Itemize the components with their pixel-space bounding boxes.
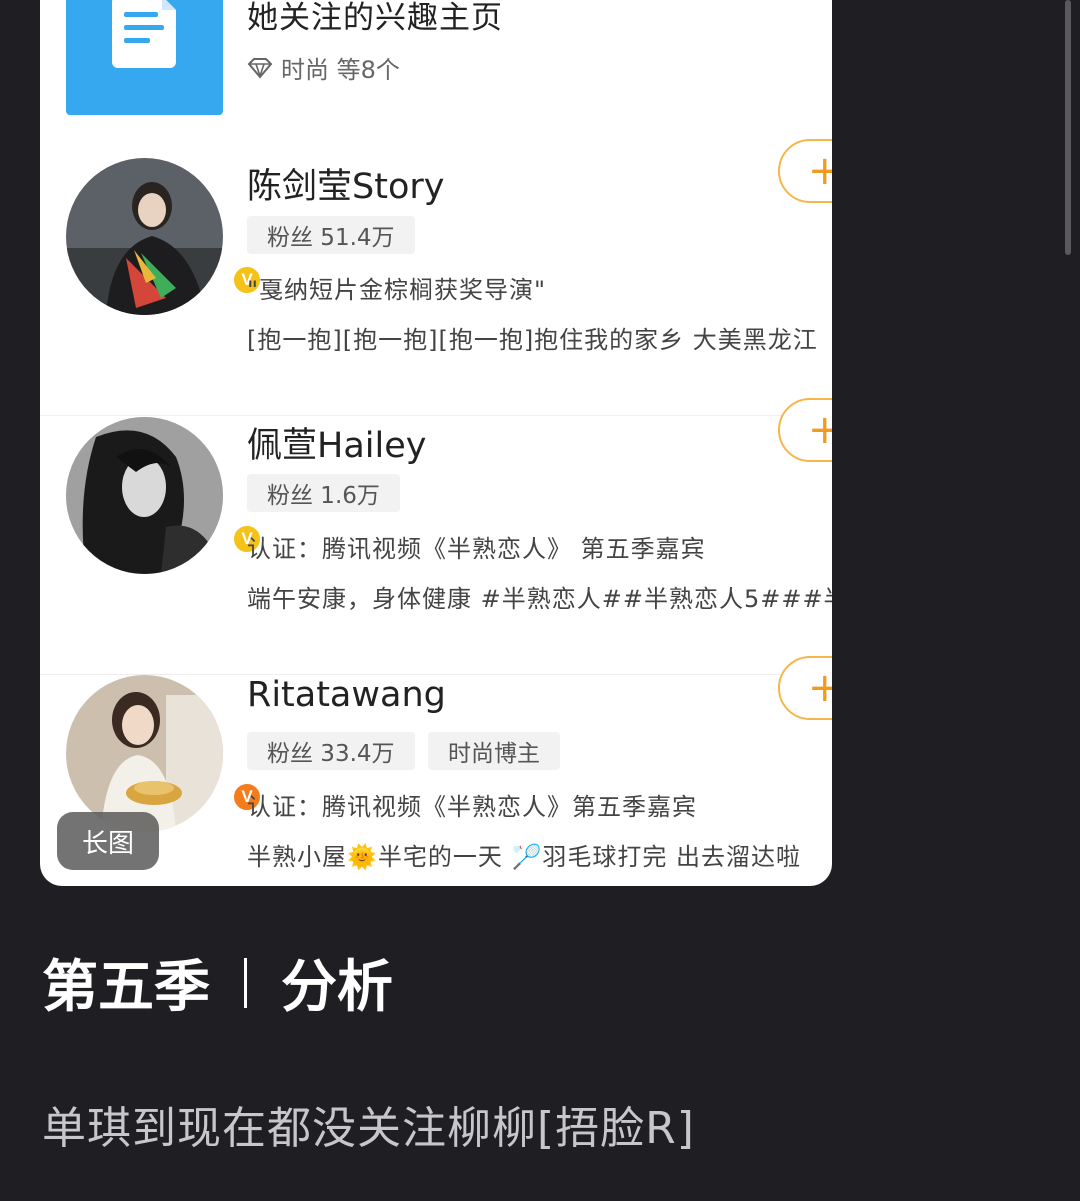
user-row[interactable]: V 陈剑莹Story 粉丝 51.4万 "戛纳短片金棕榈获奖导演" [抱一抱][… <box>40 139 832 416</box>
fans-count-tag: 粉丝 51.4万 <box>247 216 415 254</box>
user-description: "戛纳短片金棕榈获奖导演" <box>247 276 547 304</box>
interest-title: 她关注的兴趣主页 <box>247 0 503 36</box>
section-heading-right: 分析 <box>281 955 393 1020</box>
user-description: 认证：腾讯视频《半熟恋人》第五季嘉宾 <box>247 793 697 821</box>
user-description: 认证：腾讯视频《半熟恋人》 第五季嘉宾 <box>247 535 706 563</box>
following-list-card: 她关注的兴趣主页 时尚 等8个 V 陈剑莹Story 粉丝 51.4万 "戛纳短… <box>40 0 832 886</box>
follow-button[interactable]: + <box>778 656 832 720</box>
heading-divider <box>244 957 247 1008</box>
avatar[interactable] <box>66 675 223 832</box>
row-divider <box>40 415 832 416</box>
comment-text: 单琪到现在都没关注柳柳[捂脸R] <box>42 1103 695 1154</box>
user-row[interactable]: V 佩萱Hailey 粉丝 1.6万 认证：腾讯视频《半熟恋人》 第五季嘉宾 端… <box>40 398 832 675</box>
follow-button[interactable]: + <box>778 139 832 203</box>
user-name[interactable]: 佩萱Hailey <box>247 417 426 468</box>
diamond-icon <box>247 57 273 79</box>
interest-pages-row[interactable]: 她关注的兴趣主页 时尚 等8个 <box>40 0 832 135</box>
avatar[interactable] <box>66 158 223 315</box>
interest-meta: 时尚 等8个 <box>247 50 400 85</box>
user-latest-post: 端午安康，身体健康 #半熟恋人##半熟恋人5###半 <box>247 585 832 613</box>
long-image-badge: 长图 <box>57 812 159 870</box>
follow-button[interactable]: + <box>778 398 832 462</box>
category-tag: 时尚博主 <box>428 732 560 770</box>
section-heading-left: 第五季 <box>42 955 210 1020</box>
fans-count-tag: 粉丝 1.6万 <box>247 474 400 512</box>
user-name[interactable]: 陈剑莹Story <box>247 158 444 209</box>
section-heading: 第五季 分析 <box>42 942 393 1023</box>
interest-meta-text: 时尚 等8个 <box>281 56 400 84</box>
user-latest-post: 半熟小屋🌞半宅的一天 🏸羽毛球打完 出去溜达啦 <box>247 843 802 871</box>
scrollbar[interactable] <box>1065 0 1071 255</box>
avatar[interactable] <box>66 417 223 574</box>
document-icon <box>66 0 223 115</box>
user-name[interactable]: Ritatawang <box>247 675 446 715</box>
user-latest-post: [抱一抱][抱一抱][抱一抱]抱住我的家乡 大美黑龙江 <box>247 326 818 354</box>
fans-count-tag: 粉丝 33.4万 <box>247 732 415 770</box>
